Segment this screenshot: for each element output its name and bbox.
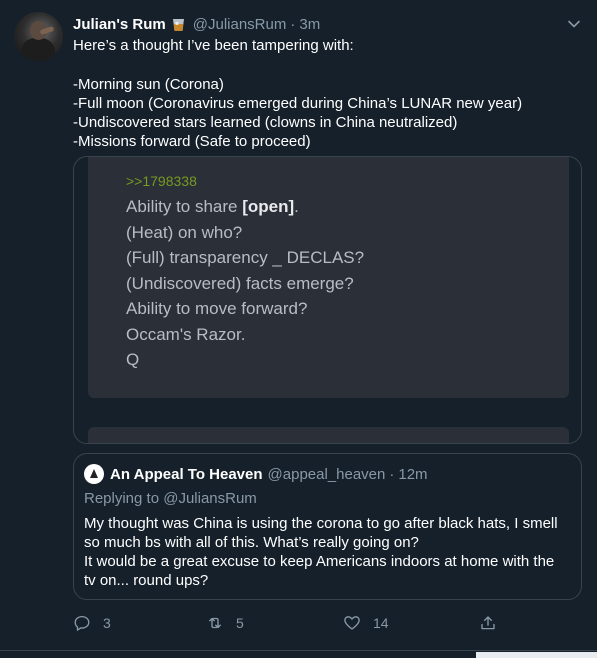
- q-post-line: (Full) transparency _ DECLAS?: [126, 248, 365, 267]
- retweet-count: 5: [236, 615, 244, 631]
- q-post-bold: [open]: [242, 197, 295, 216]
- replying-to: Replying to @JuliansRum: [84, 490, 257, 507]
- tweet-text-line: -Missions forward (Safe to proceed): [73, 133, 311, 151]
- time-separator: ·: [389, 465, 395, 483]
- media-card[interactable]: >>1798338 Ability to share [open]. (Heat…: [73, 156, 582, 444]
- quoted-text-line: tv on... round ups?: [84, 572, 209, 589]
- q-post-line: (Heat) on who?: [126, 223, 243, 242]
- q-post-line: Q: [126, 350, 140, 369]
- q-post-line: Occam's Razor.: [126, 325, 246, 344]
- tweet-text-line: -Full moon (Coronavirus emerged during C…: [73, 94, 523, 112]
- reply-count: 3: [103, 615, 111, 631]
- quoted-tweet-time: 12m: [398, 465, 428, 483]
- tweet-text: Here’s a thought I’ve been tampering wit…: [73, 36, 573, 152]
- q-post-line: (Undiscovered) facts emerge?: [126, 274, 354, 293]
- quoted-tweet[interactable]: An Appeal To Heaven @appeal_heaven · 12m…: [73, 453, 582, 600]
- quoted-author-name: An Appeal To Heaven: [110, 465, 263, 483]
- quoted-avatar: [84, 464, 104, 484]
- tweet-text-line: -Undiscovered stars learned (clowns in C…: [73, 114, 458, 132]
- heart-icon: [344, 616, 360, 630]
- time-separator: ·: [290, 15, 296, 33]
- share-icon: [481, 616, 495, 630]
- share-button[interactable]: [479, 614, 509, 632]
- quoted-text-line: so much bs with all of this. What’s real…: [84, 534, 419, 551]
- reply-icon: [74, 615, 90, 631]
- retweet-button[interactable]: 5: [206, 614, 244, 632]
- author-handle[interactable]: @JuliansRum: [193, 16, 287, 33]
- avatar[interactable]: [14, 12, 63, 61]
- retweet-icon: [209, 617, 221, 629]
- quoted-text-line: My thought was China is using the corona…: [84, 515, 558, 532]
- like-count: 14: [373, 615, 389, 631]
- q-post-text: .: [294, 197, 299, 216]
- tweet-text-line: -Morning sun (Corona): [73, 75, 224, 93]
- tweet-text-line: Here’s a thought I’ve been tampering wit…: [73, 37, 354, 54]
- q-post-text: Ability to share: [126, 197, 243, 216]
- tweet: Julian's Rum @JuliansRum · 3m Here’s a t…: [0, 0, 597, 658]
- tweet-actions: 3 5 14: [73, 614, 513, 636]
- like-button[interactable]: 14: [343, 614, 389, 632]
- avatar-figure-body: [21, 38, 55, 61]
- q-post-panel: >>1798338 Ability to share [open]. (Heat…: [88, 157, 569, 398]
- post-reference-link: >>1798338: [126, 173, 197, 189]
- tweet-header: Julian's Rum @JuliansRum · 3m: [73, 14, 320, 34]
- quoted-author-handle: @appeal_heaven: [267, 465, 386, 483]
- quoted-text-line: It would be a great excuse to keep Ameri…: [84, 553, 555, 570]
- q-post-panel-lower: [88, 427, 569, 443]
- reply-button[interactable]: 3: [73, 614, 111, 632]
- chevron-down-icon[interactable]: [566, 16, 582, 32]
- tweet-time[interactable]: 3m: [299, 16, 320, 33]
- tweet-text-line: [73, 55, 573, 74]
- author-name[interactable]: Julian's Rum: [73, 16, 166, 33]
- page-edge-strip: [476, 652, 597, 658]
- quoted-tweet-header: An Appeal To Heaven @appeal_heaven · 12m: [84, 464, 428, 484]
- tweet-divider: [0, 650, 597, 651]
- q-post-line: Ability to move forward?: [126, 299, 308, 318]
- q-post-line: Ability to share [open].: [126, 197, 299, 217]
- quoted-tweet-text: My thought was China is using the corona…: [84, 514, 569, 590]
- tumbler-glass-icon: [172, 19, 184, 31]
